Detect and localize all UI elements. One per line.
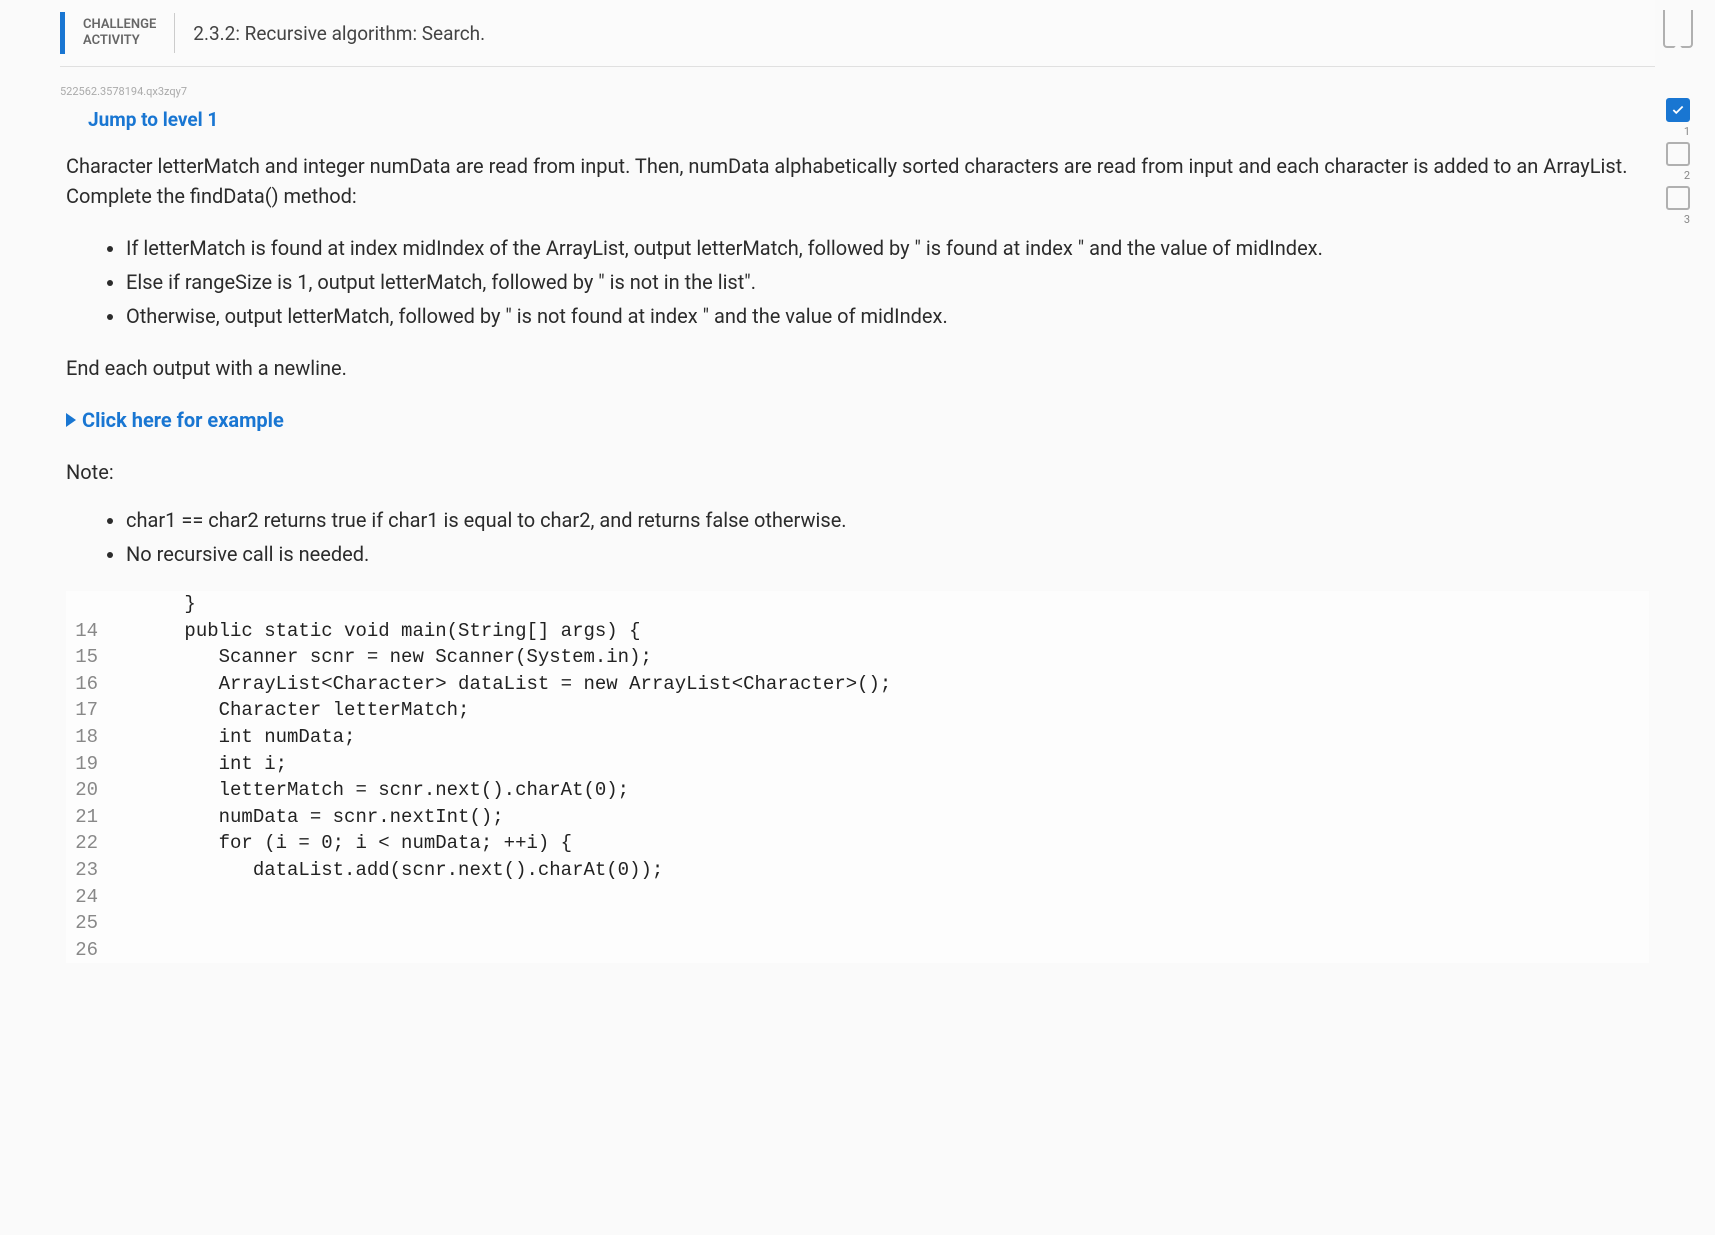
activity-header: CHALLENGE ACTIVITY 2.3.2: Recursive algo… <box>60 0 1655 67</box>
triangle-right-icon <box>66 413 76 427</box>
notes-list: char1 == char2 returns true if char1 is … <box>66 505 1649 569</box>
code-line[interactable]: } <box>116 591 891 618</box>
challenge-label-bottom: ACTIVITY <box>83 33 156 49</box>
code-line[interactable]: letterMatch = scnr.next().charAt(0); <box>116 777 891 804</box>
jump-to-level-link[interactable]: Jump to level 1 <box>60 104 1655 151</box>
line-number: 24 <box>66 884 98 911</box>
challenge-label-top: CHALLENGE <box>83 17 156 33</box>
intro-paragraph: Character letterMatch and integer numDat… <box>66 151 1649 211</box>
example-toggle[interactable]: Click here for example <box>66 405 1649 435</box>
step-number-2: 2 <box>1684 169 1690 182</box>
list-item: char1 == char2 returns true if char1 is … <box>126 505 1649 535</box>
code-line[interactable]: Character letterMatch; <box>116 697 891 724</box>
vertical-divider <box>174 13 175 53</box>
list-item: If letterMatch is found at index midInde… <box>126 233 1649 263</box>
instructions-list: If letterMatch is found at index midInde… <box>66 233 1649 331</box>
step-number-3: 3 <box>1684 213 1690 226</box>
page-container: CHALLENGE ACTIVITY 2.3.2: Recursive algo… <box>0 0 1715 1235</box>
line-number: 23 <box>66 857 98 884</box>
header-left-group: CHALLENGE ACTIVITY 2.3.2: Recursive algo… <box>60 12 485 54</box>
line-number: 26 <box>66 937 98 964</box>
line-number: 25 <box>66 910 98 937</box>
activity-content: Character letterMatch and integer numDat… <box>60 151 1655 963</box>
activity-title: 2.3.2: Recursive algorithm: Search. <box>193 22 485 45</box>
line-number: 14 <box>66 618 98 645</box>
bookmark-icon[interactable] <box>1663 10 1693 48</box>
tracking-id: 522562.3578194.qx3zqy7 <box>60 67 1655 104</box>
code-content[interactable]: } public static void main(String[] args)… <box>116 591 891 963</box>
level-step-1[interactable]: 1 <box>1666 98 1690 122</box>
line-number: 16 <box>66 671 98 698</box>
line-number: 22 <box>66 830 98 857</box>
code-line[interactable]: for (i = 0; i < numData; ++i) { <box>116 830 891 857</box>
line-number-gutter: ⤶14151617181920212223242526 <box>66 591 116 963</box>
note-label: Note: <box>66 457 1649 487</box>
code-line[interactable]: Scanner scnr = new Scanner(System.in); <box>116 644 891 671</box>
code-line[interactable]: public static void main(String[] args) { <box>116 618 891 645</box>
code-line[interactable]: ArrayList<Character> dataList = new Arra… <box>116 671 891 698</box>
code-editor[interactable]: ⤶14151617181920212223242526 } public sta… <box>66 591 1649 963</box>
step-number-1: 1 <box>1684 125 1690 138</box>
challenge-activity-label: CHALLENGE ACTIVITY <box>83 17 156 48</box>
code-line[interactable]: int i; <box>116 751 891 778</box>
end-output-paragraph: End each output with a newline. <box>66 353 1649 383</box>
line-number: 17 <box>66 697 98 724</box>
line-number: 19 <box>66 751 98 778</box>
level-step-2[interactable]: 2 <box>1666 142 1690 166</box>
progress-rail: 1 2 3 <box>1663 0 1693 210</box>
line-number: 15 <box>66 644 98 671</box>
line-number: 21 <box>66 804 98 831</box>
code-line[interactable]: numData = scnr.nextInt(); <box>116 804 891 831</box>
level-step-3[interactable]: 3 <box>1666 186 1690 210</box>
check-icon <box>1671 103 1685 117</box>
line-number: 20 <box>66 777 98 804</box>
list-item: Otherwise, output letterMatch, followed … <box>126 301 1649 331</box>
example-toggle-label: Click here for example <box>82 405 284 435</box>
list-item: Else if rangeSize is 1, output letterMat… <box>126 267 1649 297</box>
code-line[interactable]: int numData; <box>116 724 891 751</box>
list-item: No recursive call is needed. <box>126 539 1649 569</box>
line-number: 18 <box>66 724 98 751</box>
accent-bar <box>60 12 65 54</box>
code-line[interactable]: dataList.add(scnr.next().charAt(0)); <box>116 857 891 884</box>
